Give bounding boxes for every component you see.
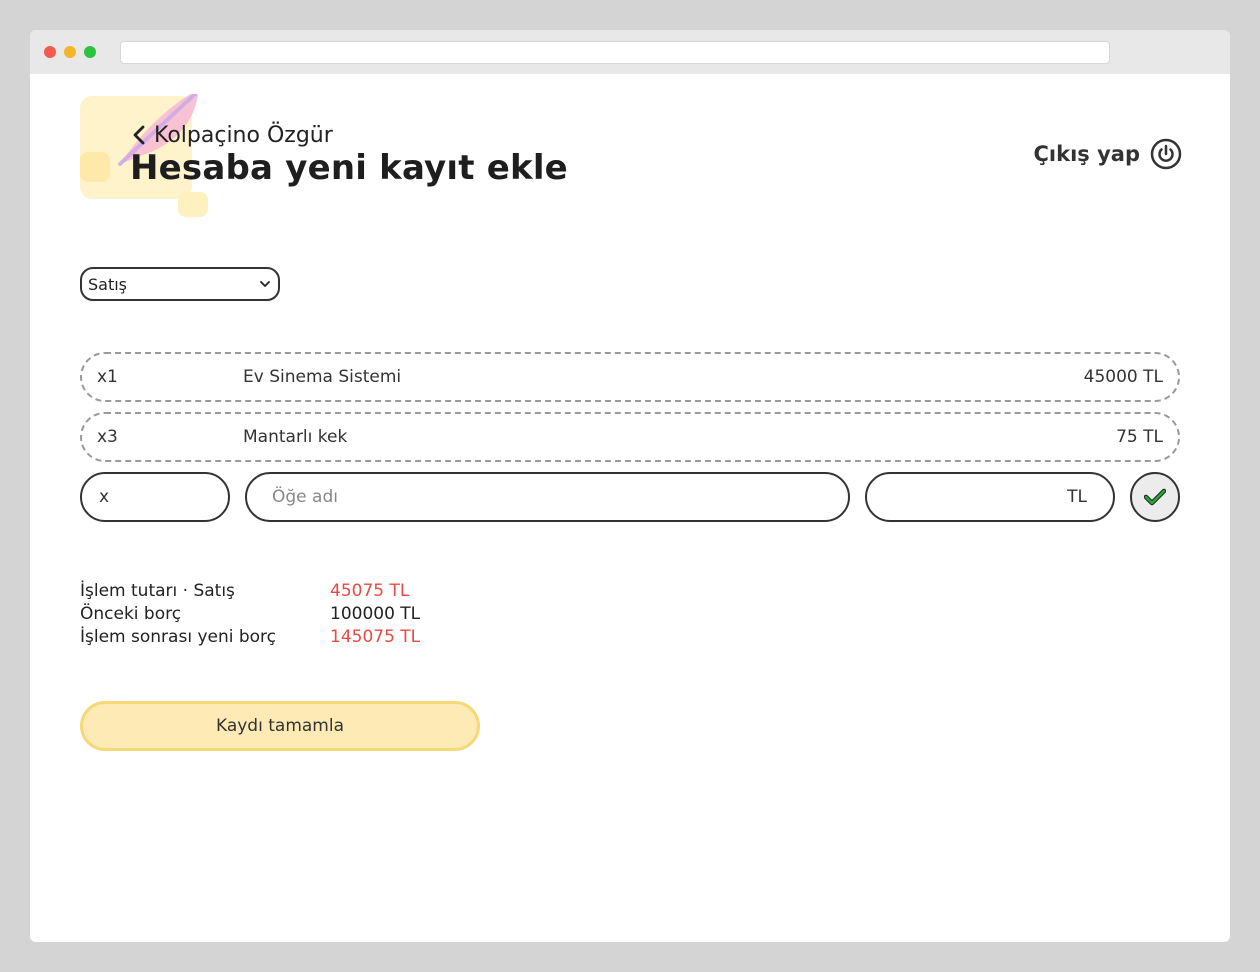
- item-name-input[interactable]: Öğe adı: [245, 472, 850, 522]
- summary-value: 145075 TL: [330, 627, 421, 647]
- logout-label: Çıkış yap: [1033, 142, 1140, 166]
- back-link[interactable]: Kolpaçino Özgür: [132, 120, 333, 150]
- transaction-type-select[interactable]: Satış: [80, 267, 280, 301]
- complete-record-label: Kaydı tamamla: [215, 716, 344, 736]
- item-name: Mantarlı kek: [243, 427, 348, 447]
- quantity-prefix: x: [99, 487, 110, 507]
- summary-label: İşlem tutarı · Satış: [80, 581, 235, 601]
- browser-titlebar: [30, 30, 1230, 74]
- summary-label: İşlem sonrası yeni borç: [80, 627, 277, 647]
- transaction-type-value: Satış: [88, 274, 128, 294]
- customer-name: Kolpaçino Özgür: [154, 122, 333, 148]
- chevron-down-icon: [260, 281, 270, 287]
- summary-row-previous-debt: Önceki borç 100000 TL: [80, 603, 480, 626]
- transaction-summary: İşlem tutarı · Satış 45075 TL Önceki bor…: [80, 580, 480, 649]
- summary-row-new-debt: İşlem sonrası yeni borç 145075 TL: [80, 626, 480, 649]
- minimize-window-button[interactable]: [64, 46, 76, 58]
- item-quantity: x3: [97, 427, 118, 447]
- check-icon: [1144, 488, 1166, 506]
- summary-label: Önceki borç: [80, 604, 182, 624]
- item-name: Ev Sinema Sistemi: [243, 367, 402, 387]
- page-title: Hesaba yeni kayıt ekle: [130, 148, 568, 188]
- browser-window: Kolpaçino Özgür Hesaba yeni kayıt ekle Ç…: [30, 30, 1230, 942]
- list-item[interactable]: x1 Ev Sinema Sistemi 45000 TL: [80, 352, 1180, 402]
- add-item-button[interactable]: [1130, 472, 1180, 522]
- summary-value: 45075 TL: [330, 581, 410, 601]
- price-input[interactable]: TL: [865, 472, 1115, 522]
- power-icon: [1150, 138, 1182, 170]
- logout-button[interactable]: Çıkış yap: [1034, 138, 1182, 170]
- chevron-left-icon: [133, 125, 145, 145]
- address-bar[interactable]: [120, 41, 1110, 64]
- complete-record-button[interactable]: Kaydı tamamla: [80, 701, 480, 751]
- close-window-button[interactable]: [44, 46, 56, 58]
- list-item[interactable]: x3 Mantarlı kek 75 TL: [80, 412, 1180, 462]
- item-price: 75 TL: [1116, 427, 1163, 447]
- item-quantity: x1: [97, 367, 118, 387]
- price-suffix: TL: [1067, 487, 1087, 507]
- item-name-placeholder: Öğe adı: [272, 487, 338, 507]
- page-content: Kolpaçino Özgür Hesaba yeni kayıt ekle Ç…: [30, 74, 1230, 942]
- quantity-input[interactable]: x: [80, 472, 230, 522]
- summary-value: 100000 TL: [330, 604, 421, 624]
- summary-row-amount: İşlem tutarı · Satış 45075 TL: [80, 580, 480, 603]
- item-price: 45000 TL: [1083, 367, 1163, 387]
- maximize-window-button[interactable]: [84, 46, 96, 58]
